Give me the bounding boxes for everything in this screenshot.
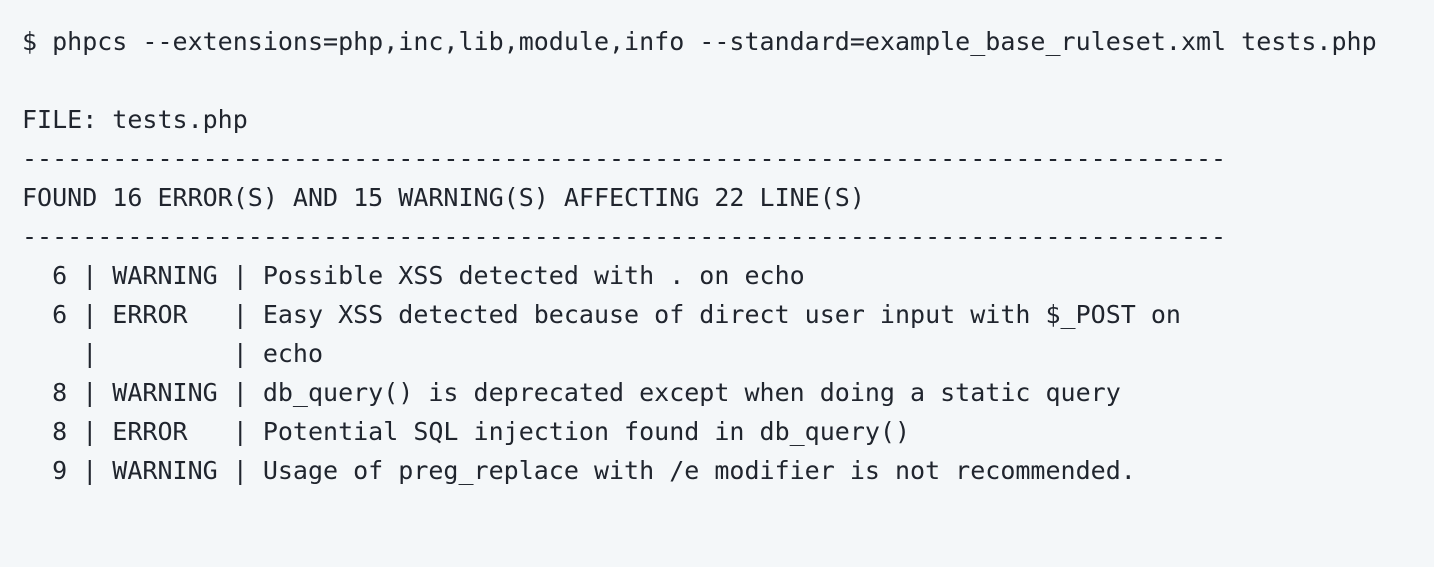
shell-command-line: $ phpcs --extensions=php,inc,lib,module,…	[22, 27, 1377, 56]
report-row-continuation: | | echo	[22, 339, 324, 368]
separator-bottom: ----------------------------------------…	[22, 222, 1222, 251]
separator-top: ----------------------------------------…	[22, 144, 1222, 173]
terminal-output-pane[interactable]: $ phpcs --extensions=php,inc,lib,module,…	[0, 0, 1434, 567]
report-row: 6 | WARNING | Possible XSS detected with…	[22, 261, 805, 290]
report-row: 9 | WARNING | Usage of preg_replace with…	[22, 456, 1136, 485]
report-row: 8 | ERROR | Potential SQL injection foun…	[22, 417, 911, 446]
file-header-line: FILE: tests.php	[22, 105, 248, 134]
report-row: 8 | WARNING | db_query() is deprecated e…	[22, 378, 1121, 407]
report-row: 6 | ERROR | Easy XSS detected because of…	[22, 300, 1181, 329]
summary-line: FOUND 16 ERROR(S) AND 15 WARNING(S) AFFE…	[22, 183, 865, 212]
